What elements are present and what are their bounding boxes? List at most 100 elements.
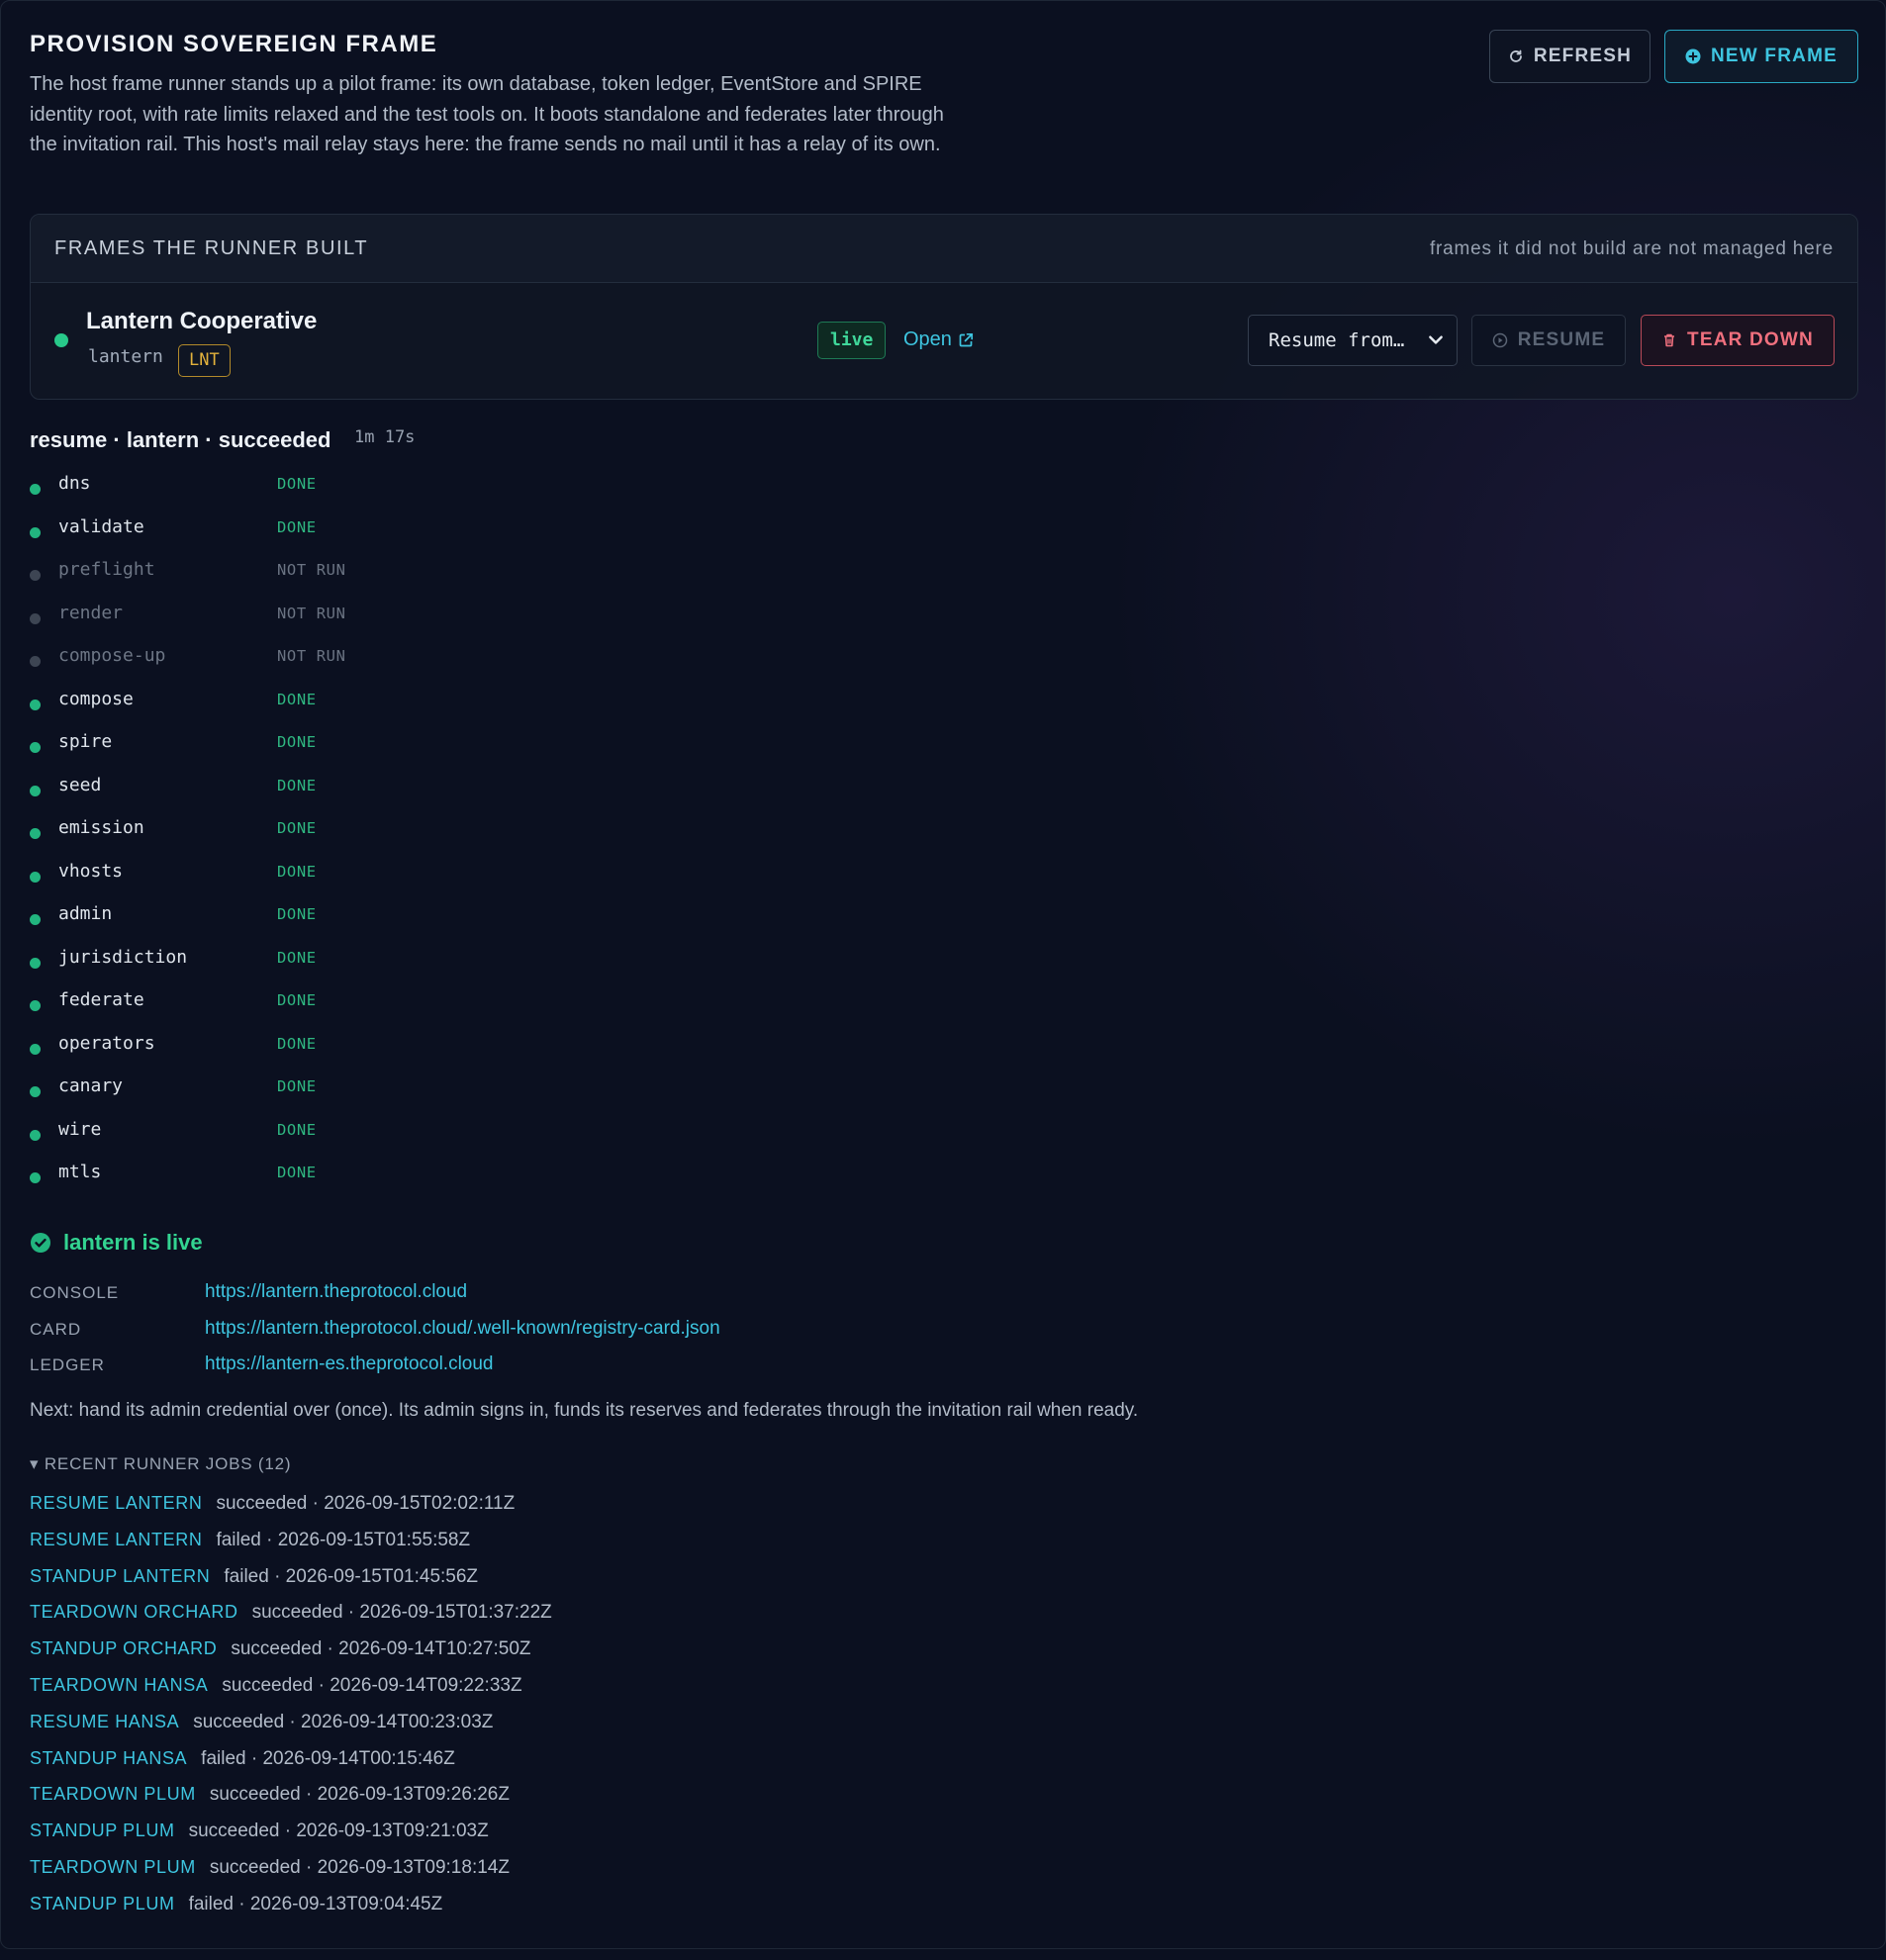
step-status-dot: [30, 656, 41, 667]
run-step-jurisdiction: jurisdiction DONE: [30, 943, 524, 973]
open-frame-link[interactable]: Open: [903, 328, 974, 351]
run-step-canary: canary DONE: [30, 1072, 524, 1101]
run-step-compose-up: compose-up NOT RUN: [30, 641, 524, 671]
resume-from-value: Resume from…: [1269, 329, 1405, 351]
step-name: federate: [58, 989, 144, 1010]
step-status-dot: [30, 914, 41, 925]
step-status: DONE: [277, 1164, 317, 1181]
check-circle-icon: [31, 1233, 50, 1253]
run-duration: 1m 17s: [354, 427, 416, 447]
step-status: DONE: [277, 733, 317, 751]
runner-job-link[interactable]: RESUME LANTERN: [30, 1530, 202, 1549]
card-url-link[interactable]: https://lantern.theprotocol.cloud/.well-…: [205, 1318, 720, 1340]
chevron-down-icon: [1429, 335, 1443, 344]
step-status-dot: [30, 1129, 41, 1141]
step-name: mtls: [58, 1162, 102, 1182]
step-name: compose: [58, 688, 134, 709]
runner-job-meta: succeeded · 2026-09-14T10:27:50Z: [231, 1638, 531, 1660]
step-name: spire: [58, 731, 113, 752]
runner-job-meta: succeeded · 2026-09-13T09:26:26Z: [209, 1784, 510, 1806]
step-name: operators: [58, 1032, 155, 1054]
frame-status-badge: live: [817, 322, 887, 359]
step-status: DONE: [277, 991, 317, 1009]
step-name: dns: [58, 473, 91, 494]
trash-icon: [1664, 333, 1675, 347]
live-result-heading: lantern is live: [30, 1230, 203, 1256]
tear-down-button[interactable]: TEAR DOWN: [1641, 315, 1835, 366]
new-frame-button[interactable]: NEW FRAME: [1664, 30, 1858, 83]
runner-job-meta: failed · 2026-09-15T01:55:58Z: [216, 1529, 471, 1550]
console-label: CONSOLE: [30, 1283, 120, 1302]
step-name: emission: [58, 817, 144, 838]
step-status: DONE: [277, 475, 317, 493]
frames-panel-title: FRAMES THE RUNNER BUILT: [54, 237, 369, 259]
external-link-icon: [959, 332, 973, 346]
step-status: DONE: [277, 862, 317, 881]
runner-job-link[interactable]: RESUME HANSA: [30, 1712, 179, 1731]
runner-job-row: RESUME LANTERN succeeded · 2026-09-15T02:…: [30, 1493, 515, 1521]
runner-job-link[interactable]: STANDUP HANSA: [30, 1748, 187, 1768]
step-status: DONE: [277, 905, 317, 923]
console-url-link[interactable]: https://lantern.theprotocol.cloud: [205, 1281, 467, 1303]
frames-panel-note: frames it did not build are not managed …: [1429, 238, 1834, 259]
step-status-dot: [30, 1043, 41, 1055]
card-label: CARD: [30, 1320, 82, 1339]
step-status-dot: [30, 957, 41, 969]
recent-jobs-toggle[interactable]: ▾ RECENT RUNNER JOBS (12): [30, 1454, 291, 1474]
runner-job-row: TEARDOWN PLUM succeeded · 2026-09-13T09:1…: [30, 1857, 510, 1885]
resume-button[interactable]: RESUME: [1471, 315, 1626, 366]
frames-panel-header: FRAMES THE RUNNER BUILT frames it did no…: [31, 215, 1857, 283]
runner-job-row: STANDUP HANSA failed · 2026-09-14T00:15:4…: [30, 1748, 455, 1776]
refresh-button[interactable]: REFRESH: [1489, 30, 1650, 83]
runner-job-row: STANDUP ORCHARD succeeded · 2026-09-14T10…: [30, 1638, 531, 1666]
step-status-dot: [30, 1000, 41, 1011]
step-status: NOT RUN: [277, 647, 346, 665]
runner-job-link[interactable]: STANDUP ORCHARD: [30, 1638, 217, 1658]
ledger-url-link[interactable]: https://lantern-es.theprotocol.cloud: [205, 1353, 494, 1375]
runner-job-link[interactable]: TEARDOWN HANSA: [30, 1675, 208, 1695]
runner-job-row: TEARDOWN ORCHARD succeeded · 2026-09-15T0…: [30, 1602, 552, 1630]
run-step-emission: emission DONE: [30, 813, 524, 843]
frame-ticker-badge: LNT: [178, 344, 231, 377]
runner-job-link[interactable]: TEARDOWN PLUM: [30, 1857, 196, 1877]
run-step-preflight: preflight NOT RUN: [30, 555, 524, 585]
window-frame: PROVISION SOVEREIGN FRAME The host frame…: [0, 0, 1886, 1949]
step-status: NOT RUN: [277, 604, 346, 622]
step-status: DONE: [277, 1077, 317, 1095]
runner-job-link[interactable]: RESUME LANTERN: [30, 1493, 202, 1513]
runner-job-row: TEARDOWN PLUM succeeded · 2026-09-13T09:2…: [30, 1784, 510, 1812]
runner-job-row: STANDUP PLUM failed · 2026-09-13T09:04:45…: [30, 1894, 442, 1921]
run-step-spire: spire DONE: [30, 727, 524, 757]
step-name: validate: [58, 515, 144, 537]
step-name: preflight: [58, 559, 155, 580]
run-step-compose: compose DONE: [30, 685, 524, 714]
frame-slug: lantern: [88, 346, 163, 367]
runner-job-link[interactable]: STANDUP PLUM: [30, 1820, 175, 1840]
step-status: DONE: [277, 690, 317, 708]
runner-job-link[interactable]: TEARDOWN ORCHARD: [30, 1602, 238, 1622]
run-title: resume · lantern · succeeded: [30, 427, 331, 452]
open-frame-label: Open: [903, 328, 952, 350]
runner-job-link[interactable]: STANDUP PLUM: [30, 1894, 175, 1913]
resume-from-select[interactable]: Resume from…: [1248, 315, 1458, 366]
step-name: admin: [58, 903, 113, 924]
run-step-admin: admin DONE: [30, 899, 524, 929]
run-step-validate: validate DONE: [30, 513, 524, 542]
runner-job-link[interactable]: TEARDOWN PLUM: [30, 1784, 196, 1804]
step-name: compose-up: [58, 645, 166, 666]
runner-job-meta: succeeded · 2026-09-14T09:22:33Z: [222, 1675, 522, 1696]
run-step-seed: seed DONE: [30, 771, 524, 800]
step-status-dot: [30, 1172, 41, 1183]
frames-panel: FRAMES THE RUNNER BUILT frames it did no…: [30, 214, 1858, 400]
frame-name: Lantern Cooperative: [86, 308, 318, 334]
step-status: DONE: [277, 1120, 317, 1139]
step-status: NOT RUN: [277, 561, 346, 579]
step-name: render: [58, 602, 124, 623]
runner-job-meta: succeeded · 2026-09-15T01:37:22Z: [251, 1602, 552, 1624]
step-name: jurisdiction: [58, 946, 188, 968]
runner-job-meta: failed · 2026-09-14T00:15:46Z: [201, 1747, 455, 1769]
step-name: vhosts: [58, 860, 124, 882]
runner-job-row: RESUME LANTERN failed · 2026-09-15T01:55:…: [30, 1530, 470, 1557]
runner-job-link[interactable]: STANDUP LANTERN: [30, 1566, 210, 1586]
tear-down-label: TEAR DOWN: [1687, 329, 1814, 350]
